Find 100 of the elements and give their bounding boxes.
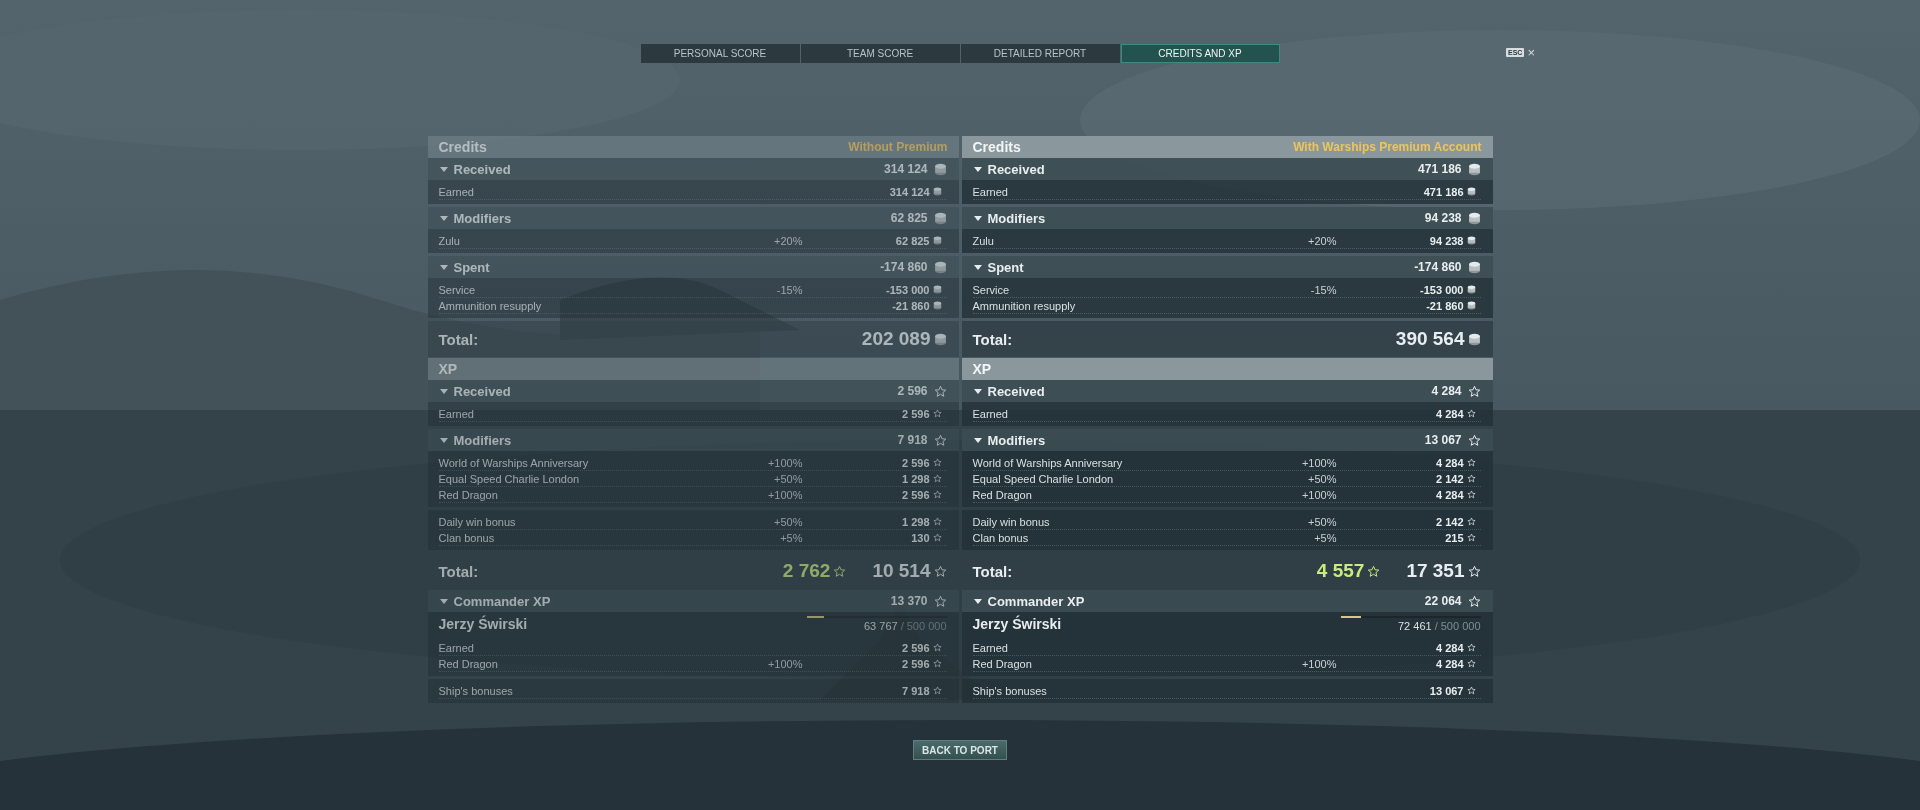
group-header[interactable]: Modifiers 7 918 xyxy=(427,429,959,451)
star-icon xyxy=(932,490,942,499)
group-total: 4 284 xyxy=(1431,384,1462,398)
item-label: Red Dragon xyxy=(972,657,1033,670)
progress-value: 72 461 xyxy=(1397,620,1432,632)
coin-icon xyxy=(1467,332,1481,346)
item-percent: +20% xyxy=(773,234,803,247)
group-title: Modifiers xyxy=(453,432,513,448)
group-total: 471 186 xyxy=(1418,162,1462,176)
item-percent: +50% xyxy=(1307,472,1337,485)
group-total: -174 860 xyxy=(1414,260,1462,274)
item-label: Red Dragon xyxy=(438,488,499,501)
caret-icon[interactable] xyxy=(973,388,982,394)
back-to-port-button[interactable]: BACK TO PORT xyxy=(913,740,1007,760)
caret-icon[interactable] xyxy=(973,437,982,443)
item-label: Earned xyxy=(438,185,475,198)
item-percent: +100% xyxy=(1300,657,1337,670)
commander-name: Jerzy Świrski xyxy=(438,616,528,632)
item-label: Ammunition resupply xyxy=(972,299,1077,312)
item-value: 2 596 xyxy=(900,488,931,501)
tab[interactable]: CREDITS AND XP xyxy=(1120,44,1280,63)
caret-icon[interactable] xyxy=(973,166,982,172)
star-icon xyxy=(933,564,947,578)
coin-icon xyxy=(1466,285,1476,294)
group-total: 314 124 xyxy=(884,162,928,176)
item-label: Ship's bonuses xyxy=(438,684,514,697)
item-value: 4 284 xyxy=(1434,657,1465,670)
close-button[interactable]: × xyxy=(1527,46,1535,59)
coin-icon xyxy=(932,301,942,310)
group-title: Commander XP xyxy=(987,593,1086,609)
caret-icon[interactable] xyxy=(439,437,448,443)
group-header[interactable]: Spent -174 860 xyxy=(961,256,1493,278)
item-percent: -15% xyxy=(775,283,803,296)
group-header[interactable]: Received 4 284 xyxy=(961,380,1493,402)
group-header[interactable]: Modifiers 94 238 xyxy=(961,207,1493,229)
caret-icon[interactable] xyxy=(439,215,448,221)
group-header[interactable]: Commander XP 22 064 xyxy=(961,590,1493,612)
item-percent: +100% xyxy=(766,657,803,670)
item-value: 4 284 xyxy=(1434,488,1465,501)
coin-icon xyxy=(932,285,942,294)
tab[interactable]: DETAILED REPORT xyxy=(960,44,1120,63)
total-label: Total: xyxy=(972,330,1013,348)
item-label: Service xyxy=(972,283,1011,296)
item-percent: +5% xyxy=(1313,531,1337,544)
star-icon xyxy=(932,659,942,668)
item-value: 1 298 xyxy=(900,515,931,528)
group-header[interactable]: Received 314 124 xyxy=(427,158,959,180)
total-label: Total: xyxy=(438,562,479,580)
coin-icon xyxy=(1466,187,1476,196)
group-title: Received xyxy=(453,383,512,399)
total-value: 202 089 xyxy=(861,328,931,350)
item-value: 471 186 xyxy=(1422,185,1465,198)
group-title: Received xyxy=(987,161,1046,177)
star-icon xyxy=(932,474,942,483)
star-icon xyxy=(932,458,942,467)
coin-icon xyxy=(932,187,942,196)
group-header[interactable]: Modifiers 62 825 xyxy=(427,207,959,229)
caret-icon[interactable] xyxy=(439,388,448,394)
group-header[interactable]: Modifiers 13 067 xyxy=(961,429,1493,451)
item-value: 215 xyxy=(1444,531,1465,544)
item-percent: +100% xyxy=(1300,488,1337,501)
star-icon xyxy=(932,686,942,695)
item-value: 130 xyxy=(910,531,931,544)
star-icon xyxy=(1467,564,1481,578)
star-icon xyxy=(933,384,947,398)
star-icon xyxy=(1467,433,1481,447)
item-value: 4 284 xyxy=(1434,641,1465,654)
item-value: 2 596 xyxy=(900,657,931,670)
section-title: Credits xyxy=(438,139,487,155)
group-header[interactable]: Commander XP 13 370 xyxy=(427,590,959,612)
item-value: 94 238 xyxy=(1428,234,1465,247)
caret-icon[interactable] xyxy=(973,215,982,221)
caret-icon[interactable] xyxy=(973,264,982,270)
item-value: 4 284 xyxy=(1434,456,1465,469)
item-label: Zulu xyxy=(438,234,461,247)
coin-icon xyxy=(1467,260,1481,274)
group-title: Commander XP xyxy=(453,593,552,609)
item-value: 2 142 xyxy=(1434,472,1465,485)
caret-icon[interactable] xyxy=(439,166,448,172)
item-label: Red Dragon xyxy=(438,657,499,670)
group-title: Spent xyxy=(987,259,1025,275)
group-title: Modifiers xyxy=(453,210,513,226)
group-header[interactable]: Received 471 186 xyxy=(961,158,1493,180)
caret-icon[interactable] xyxy=(439,598,448,604)
item-label: Earned xyxy=(438,407,475,420)
star-icon xyxy=(1466,458,1476,467)
total-value: 2 762 xyxy=(782,560,831,582)
caret-icon[interactable] xyxy=(973,598,982,604)
item-value: 2 596 xyxy=(900,407,931,420)
coin-icon xyxy=(1466,301,1476,310)
group-header[interactable]: Received 2 596 xyxy=(427,380,959,402)
star-icon xyxy=(1467,384,1481,398)
group-total: 13 067 xyxy=(1424,433,1462,447)
tab[interactable]: PERSONAL SCORE xyxy=(640,44,800,63)
star-icon xyxy=(932,533,942,542)
group-title: Modifiers xyxy=(987,432,1047,448)
star-icon xyxy=(1466,409,1476,418)
tab[interactable]: TEAM SCORE xyxy=(800,44,960,63)
group-header[interactable]: Spent -174 860 xyxy=(427,256,959,278)
item-label: World of Warships Anniversary xyxy=(438,456,590,469)
